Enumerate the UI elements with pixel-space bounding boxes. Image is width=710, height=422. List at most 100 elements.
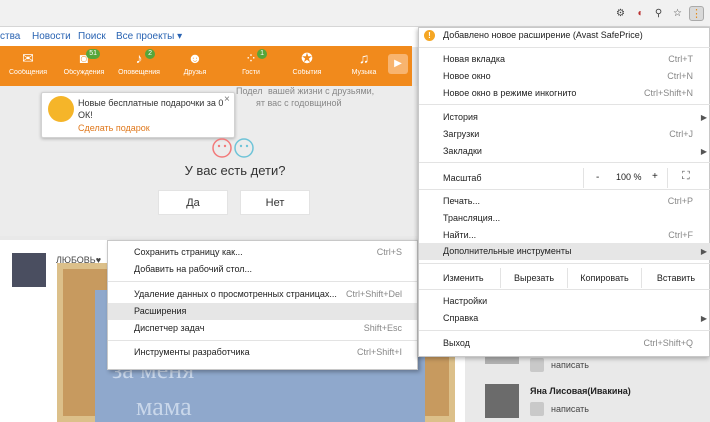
menu-item-more-tools[interactable]: Дополнительные инструменты ▶ xyxy=(419,243,710,260)
menu-item-history[interactable]: История ▶ xyxy=(419,109,710,126)
avatar[interactable] xyxy=(12,253,46,287)
feed-text-2: вашей жизни с друзьями, xyxy=(268,86,375,96)
feed-text-1: Подел xyxy=(236,86,263,96)
make-gift-link[interactable]: Сделать подарок xyxy=(78,123,150,133)
menu-item-dev-tools[interactable]: Инструменты разработчика Ctrl+Shift+I xyxy=(107,344,418,361)
menu-item-incognito[interactable]: Новое окно в режиме инкогнито Ctrl+Shift+… xyxy=(419,85,710,102)
pin-icon[interactable]: ⚲ xyxy=(651,6,666,21)
discussions-badge: 51 xyxy=(86,49,100,59)
menu-item-label: История xyxy=(443,112,478,122)
menu-divider xyxy=(419,189,710,190)
menu-item-shortcut: Ctrl+P xyxy=(667,196,693,206)
nav-messages[interactable]: ✉ Сообщения xyxy=(6,47,50,85)
menu-item-settings[interactable]: Настройки xyxy=(419,293,710,310)
menu-divider xyxy=(419,162,710,163)
friends-icon: ☻ xyxy=(187,50,203,66)
menu-item-shortcut: Ctrl+T xyxy=(668,54,693,64)
menu-item-exit[interactable]: Выход Ctrl+Shift+Q xyxy=(419,335,710,352)
music-icon: ♫ xyxy=(358,50,370,66)
menu-item-bookmarks[interactable]: Закладки ▶ xyxy=(419,143,710,160)
menu-item-clear-data[interactable]: Удаление данных о просмотренных страница… xyxy=(107,286,418,303)
zoom-divider xyxy=(583,168,584,188)
zoom-divider xyxy=(667,168,668,188)
nav-link-all-projects[interactable]: Все проекты ▾ xyxy=(116,31,182,42)
menu-item-shortcut: Ctrl+J xyxy=(669,129,693,139)
feed-text-3: ят вас с годовщиной xyxy=(256,98,342,108)
extension-puzzle-icon[interactable]: ⚙ xyxy=(613,6,628,21)
menu-item-shortcut: Ctrl+Shift+N xyxy=(643,88,693,98)
nav-link-ства[interactable]: ства xyxy=(0,31,20,42)
menu-item-shortcut: Ctrl+Shift+Del xyxy=(345,289,402,299)
zoom-value: 100 % xyxy=(616,172,642,182)
menu-divider xyxy=(108,281,417,282)
menu-item-label: Новое окно xyxy=(443,71,491,81)
menu-item-label: Найти... xyxy=(443,230,477,240)
no-button[interactable]: Нет xyxy=(240,190,310,215)
menu-divider xyxy=(108,340,417,341)
nav-music[interactable]: ♫ Музыка xyxy=(342,47,386,85)
menu-item-task-manager[interactable]: Диспетчер задач Shift+Esc xyxy=(107,320,418,337)
write-link[interactable]: написать xyxy=(551,404,589,414)
menu-item-shortcut: Ctrl+Shift+I xyxy=(356,347,402,357)
menu-notice[interactable]: Добавлено новое расширение (Avast SafePr… xyxy=(419,27,710,44)
menu-divider xyxy=(419,263,710,264)
menu-item-help[interactable]: Справка ▶ xyxy=(419,310,710,327)
gift-tooltip-text: Новые бесплатные подарочки за 0 ОК! xyxy=(78,98,224,120)
friend-name[interactable]: Яна Лисовая(Ивакина) xyxy=(530,386,631,396)
friend-avatar[interactable] xyxy=(485,384,519,418)
menu-item-downloads[interactable]: Загрузки Ctrl+J xyxy=(419,126,710,143)
menu-icon[interactable]: ⋮ xyxy=(689,6,704,21)
zoom-in-button[interactable]: + xyxy=(652,171,658,182)
menu-item-label: Загрузки xyxy=(443,129,480,139)
envelope-icon xyxy=(530,358,544,372)
menu-item-cast[interactable]: Трансляция... xyxy=(419,210,710,227)
menu-item-label: Печать... xyxy=(443,196,480,206)
nav-discussions[interactable]: ◙ 51 Обсуждения xyxy=(62,47,106,85)
menu-item-label: Трансляция... xyxy=(443,213,501,223)
menu-divider xyxy=(419,330,710,331)
menu-item-label: Закладки xyxy=(443,146,482,156)
browser-window: ⚙ ◐ ⚲ ☆ ⋮ ства Новости Поиск Все проекты… xyxy=(0,0,710,422)
close-icon[interactable]: × xyxy=(224,94,230,105)
envelope-icon: ✉ xyxy=(22,50,34,66)
kids-faces-icon xyxy=(212,138,254,158)
star-icon[interactable]: ☆ xyxy=(670,6,685,21)
menu-divider xyxy=(419,47,710,48)
photo-caption-2: мама xyxy=(136,392,192,421)
write-link[interactable]: написать xyxy=(551,360,589,370)
zoom-out-button[interactable]: - xyxy=(596,172,599,183)
menu-item-save-page[interactable]: Сохранить страницу как... Ctrl+S xyxy=(107,244,418,261)
menu-item-print[interactable]: Печать... Ctrl+P xyxy=(419,193,710,210)
menu-item-label: Инструменты разработчика xyxy=(134,347,250,357)
chevron-right-icon: ▶ xyxy=(700,147,707,156)
nav-events[interactable]: ✪ События xyxy=(285,47,329,85)
menu-item-add-to-desktop[interactable]: Добавить на рабочий стол... xyxy=(107,261,418,278)
events-icon: ✪ xyxy=(301,50,313,66)
nav-link-news[interactable]: Новости xyxy=(32,31,71,42)
copy-button[interactable]: Копировать xyxy=(567,268,641,288)
menu-item-label: Дополнительные инструменты xyxy=(443,246,572,256)
menu-item-find[interactable]: Найти... Ctrl+F xyxy=(419,227,710,244)
nav-notifications[interactable]: ♪ 2 Оповещения xyxy=(117,47,161,85)
menu-item-new-window[interactable]: Новое окно Ctrl+N xyxy=(419,68,710,85)
menu-item-label: Добавлено новое расширение (Avast SafePr… xyxy=(443,30,643,40)
paste-button[interactable]: Вставить xyxy=(641,268,710,288)
fullscreen-icon[interactable]: ⛶ xyxy=(682,170,690,183)
menu-item-label: Выход xyxy=(443,338,470,348)
menu-item-extensions[interactable]: Расширения xyxy=(107,303,418,320)
avast-safeprice-icon[interactable]: ◐ xyxy=(633,6,648,21)
yes-button[interactable]: Да xyxy=(158,190,228,215)
menu-item-label: Справка xyxy=(443,313,479,323)
menu-item-label: Удаление данных о просмотренных страница… xyxy=(134,289,337,299)
chevron-right-icon: ▶ xyxy=(700,113,707,122)
nav-link-search[interactable]: Поиск xyxy=(78,31,106,42)
nav-next-arrow-icon[interactable]: ▶ xyxy=(388,54,408,74)
menu-item-label: Расширения xyxy=(134,306,187,316)
menu-divider xyxy=(419,289,710,290)
menu-item-label: Диспетчер задач xyxy=(134,323,205,333)
nav-guests[interactable]: ⁘ 1 Гости xyxy=(229,47,273,85)
nav-friends[interactable]: ☻ Друзья xyxy=(173,47,217,85)
cut-button[interactable]: Вырезать xyxy=(500,268,567,288)
menu-item-new-tab[interactable]: Новая вкладка Ctrl+T xyxy=(419,51,710,68)
envelope-icon xyxy=(530,402,544,416)
